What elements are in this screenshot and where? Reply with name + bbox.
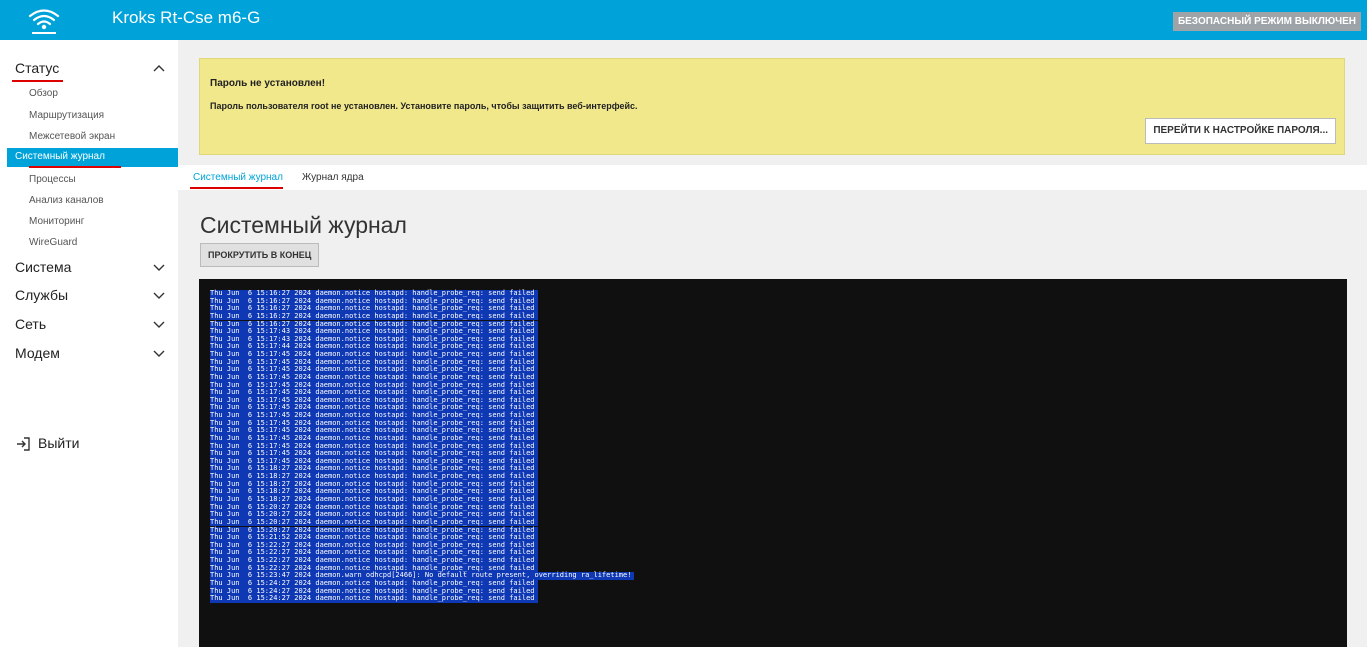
sidebar-item-system-log[interactable]: Системный журнал (7, 148, 178, 167)
sidebar-section-system[interactable]: Система (15, 259, 71, 275)
page-title: Системный журнал (200, 212, 407, 238)
sidebar-section-services[interactable]: Службы (15, 287, 68, 303)
go-to-password-button[interactable]: ПЕРЕЙТИ К НАСТРОЙКЕ ПАРОЛЯ... (1145, 118, 1336, 144)
top-bar: Kroks Rt-Cse m6-G БЕЗОПАСНЫЙ РЕЖИМ ВЫКЛЮ… (0, 0, 1367, 40)
sidebar-section-modem[interactable]: Модем (15, 345, 60, 361)
sidebar: Статус Обзор Маршрутизация Межсетевой эк… (0, 40, 178, 647)
sidebar-section-status[interactable]: Статус (15, 60, 59, 76)
logout-icon (17, 437, 30, 451)
sidebar-item-monitoring[interactable]: Мониторинг (29, 216, 84, 227)
wifi-logo-icon[interactable] (20, 4, 68, 36)
status-underline (12, 80, 63, 82)
sidebar-item-firewall[interactable]: Межсетевой экран (29, 131, 115, 142)
tab-kernel-log[interactable]: Журнал ядра (302, 172, 364, 183)
sidebar-item-channel-analysis[interactable]: Анализ каналов (29, 195, 104, 206)
alert-title: Пароль не установлен! (210, 78, 326, 89)
tab-system-log[interactable]: Системный журнал (193, 172, 283, 183)
tab-bar: Системный журнал Журнал ядра (178, 165, 1367, 190)
sidebar-item-system-log-label: Системный журнал (15, 151, 105, 162)
chevron-down-icon[interactable] (152, 348, 166, 358)
log-textarea[interactable]: Thu Jun 6 15:16:27 2024 daemon.notice ho… (199, 279, 1347, 647)
active-tab-underline (190, 187, 283, 189)
log-line: Thu Jun 6 15:24:27 2024 daemon.notice ho… (210, 595, 538, 603)
chevron-down-icon[interactable] (152, 319, 166, 329)
scroll-to-end-button[interactable]: ПРОКРУТИТЬ В КОНЕЦ (200, 243, 320, 267)
system-log-underline (29, 166, 121, 168)
chevron-down-icon[interactable] (152, 262, 166, 272)
sidebar-item-routing[interactable]: Маршрутизация (29, 110, 104, 121)
chevron-down-icon[interactable] (152, 290, 166, 300)
router-title[interactable]: Kroks Rt-Cse m6-G (112, 8, 260, 28)
sidebar-item-overview[interactable]: Обзор (29, 88, 58, 99)
sidebar-item-processes[interactable]: Процессы (29, 174, 76, 185)
sidebar-item-wireguard[interactable]: WireGuard (29, 237, 77, 248)
sidebar-section-network[interactable]: Сеть (15, 316, 46, 332)
logout-label: Выйти (38, 435, 80, 451)
password-alert: Пароль не установлен! Пароль пользовател… (199, 58, 1345, 155)
safe-mode-badge[interactable]: БЕЗОПАСНЫЙ РЕЖИМ ВЫКЛЮЧЕН (1172, 12, 1361, 31)
alert-message: Пароль пользователя root не установлен. … (210, 101, 638, 111)
chevron-up-icon[interactable] (152, 63, 166, 73)
